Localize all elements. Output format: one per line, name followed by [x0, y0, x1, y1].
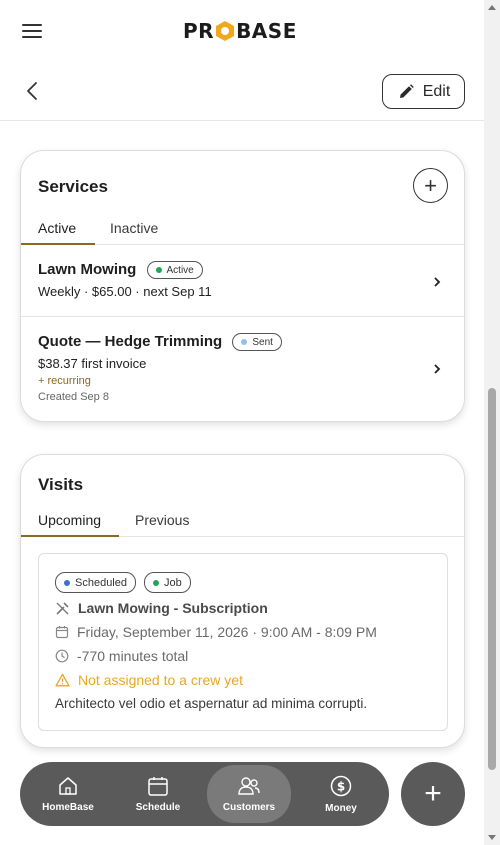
chevron-right-icon: [434, 277, 441, 287]
status-badge: Active: [146, 261, 203, 280]
visit-duration: -770 minutes total: [77, 648, 189, 664]
visits-tabs: Upcoming Previous: [21, 505, 464, 537]
services-card: Services + Active Inactive Lawn Mowing A…: [20, 150, 465, 422]
job-badge-label: Job: [164, 576, 182, 589]
service-name-row: Quote — Hedge Trimming Sent: [38, 333, 282, 352]
tab-inactive[interactable]: Inactive: [110, 213, 180, 245]
status-dot: [155, 267, 162, 274]
status-badge: Sent: [232, 333, 282, 352]
scheduled-badge: Scheduled: [55, 572, 136, 593]
visit-duration-row: -770 minutes total: [55, 648, 188, 664]
crew-warning: Not assigned to a crew yet: [78, 672, 243, 688]
home-icon: [59, 776, 77, 795]
scroll-thumb[interactable]: [488, 388, 496, 770]
top-bar: PR BASE: [0, 0, 484, 62]
recurring-note: + recurring: [38, 375, 91, 387]
scroll-down-icon[interactable]: [488, 835, 496, 840]
dollar-icon: $: [330, 775, 352, 796]
menu-icon[interactable]: [22, 24, 42, 40]
visits-title: Visits: [38, 475, 84, 494]
nav-label: Money: [325, 802, 357, 814]
nav-customers[interactable]: Customers: [207, 765, 291, 823]
logo-text-end: BASE: [236, 19, 297, 43]
service-details: Weekly · $65.00 · next Sep 11: [38, 284, 212, 299]
visits-card: Visits Upcoming Previous Scheduled Job L…: [20, 454, 465, 748]
nav-money[interactable]: $ Money: [299, 762, 383, 826]
job-badge: Job: [144, 572, 191, 593]
visit-title: Lawn Mowing - Subscription: [78, 600, 268, 616]
add-service-button[interactable]: +: [413, 168, 448, 203]
page: PR BASE Edit Services + Active Inactive: [0, 0, 484, 845]
services-tabs: Active Inactive: [21, 213, 464, 245]
nav-label: Schedule: [135, 801, 181, 813]
service-row-hedge-trimming[interactable]: Quote — Hedge Trimming Sent $38.37 first…: [21, 317, 464, 421]
tab-active[interactable]: Active: [21, 213, 95, 245]
add-fab-button[interactable]: +: [401, 762, 465, 826]
scroll-up-icon[interactable]: [488, 5, 496, 10]
visit-note: Architecto vel odio et aspernatur ad min…: [55, 696, 368, 711]
edit-button-label: Edit: [422, 82, 451, 100]
edit-button[interactable]: Edit: [382, 74, 465, 109]
tools-icon: [56, 601, 69, 615]
clock-icon: [55, 649, 69, 663]
users-icon: [238, 776, 260, 795]
nav-label: HomeBase: [42, 801, 94, 813]
tab-previous[interactable]: Previous: [135, 505, 205, 537]
back-arrow-icon[interactable]: [22, 80, 44, 102]
crew-warning-row: Not assigned to a crew yet: [55, 672, 243, 688]
chevron-right-icon: [434, 364, 441, 374]
visit-date: Friday, September 11, 2026 · 9:00 AM - 8…: [77, 624, 377, 640]
visit-card[interactable]: Scheduled Job Lawn Mowing - Subscription: [38, 553, 448, 731]
service-name: Quote — Hedge Trimming: [38, 333, 223, 350]
bottom-nav: HomeBase Schedule Customers $ Money: [20, 762, 389, 826]
calendar-icon: [148, 776, 168, 796]
status-dot: [241, 339, 248, 346]
nav-label: Customers: [222, 801, 276, 813]
warning-icon: [55, 673, 70, 687]
calendar-icon: [55, 626, 69, 639]
status-badge-label: Sent: [252, 336, 273, 348]
visit-title-row: Lawn Mowing - Subscription: [55, 600, 268, 616]
pencil-icon: [399, 83, 414, 98]
service-row-lawn-mowing[interactable]: Lawn Mowing Active Weekly · $65.00 · nex…: [21, 245, 464, 317]
status-dot: [64, 579, 70, 586]
service-name: Lawn Mowing: [38, 261, 137, 278]
nav-homebase[interactable]: HomeBase: [26, 762, 110, 826]
scheduled-badge-label: Scheduled: [75, 576, 127, 589]
status-badge-label: Active: [166, 264, 194, 276]
visit-date-row: Friday, September 11, 2026 · 9:00 AM - 8…: [55, 624, 377, 640]
probase-logo: PR BASE: [183, 19, 297, 43]
scrollbar[interactable]: [484, 0, 500, 845]
logo-hex-icon: [216, 21, 235, 41]
tab-upcoming[interactable]: Upcoming: [21, 505, 119, 537]
service-name-row: Lawn Mowing Active: [38, 261, 203, 280]
created-date: Created Sep 8: [38, 391, 109, 403]
visit-badges: Scheduled Job: [55, 572, 191, 593]
page-header: Edit: [0, 62, 484, 121]
service-details: $38.37 first invoice: [38, 356, 147, 371]
svg-text:$: $: [337, 779, 345, 793]
nav-schedule[interactable]: Schedule: [116, 762, 200, 826]
services-title: Services: [38, 177, 108, 196]
status-dot: [153, 579, 159, 586]
logo-text-start: PR: [183, 19, 215, 43]
